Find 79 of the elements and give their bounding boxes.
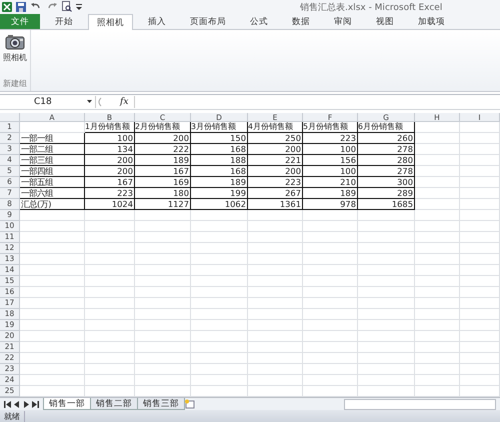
table-cell: 100: [303, 144, 358, 155]
table-cell: 100: [85, 132, 135, 144]
save-icon[interactable]: [16, 2, 26, 12]
table-cell: 189: [191, 176, 248, 188]
table-cell: 189: [135, 154, 191, 166]
ribbon-tab[interactable]: 开始: [46, 14, 82, 30]
table-cell: 100: [303, 166, 358, 177]
table-cell: 一部四组: [20, 166, 85, 177]
table-cell: 156: [303, 154, 358, 166]
dropdown-icon[interactable]: [76, 2, 82, 11]
table-cell: 221: [248, 154, 303, 166]
table-cell: 223: [303, 132, 358, 144]
table-cell: 267: [248, 188, 303, 199]
next-sheet-icon[interactable]: [23, 400, 29, 408]
camera-icon: [5, 34, 25, 50]
table-cell: 一部一组: [20, 132, 85, 144]
excel-icon[interactable]: [2, 2, 12, 12]
table-cell: 250: [248, 132, 303, 144]
table-cell: 289: [358, 188, 415, 199]
table-cell: 189: [303, 188, 358, 199]
table-cell: 280: [358, 154, 415, 166]
camera-button[interactable]: 照相机: [3, 34, 27, 64]
table-cell: 1127: [135, 198, 191, 210]
table-cell: 134: [85, 144, 135, 155]
ribbon-tab[interactable]: 插入: [139, 14, 175, 30]
table-cell: 200: [135, 132, 191, 144]
table-cell: 一部二组: [20, 144, 85, 155]
table-cell: 1361: [248, 198, 303, 210]
previous-sheet-icon[interactable]: [14, 400, 20, 408]
table-cell: 223: [248, 176, 303, 188]
table-cell: 200: [248, 144, 303, 155]
ribbon-tab[interactable]: 视图: [367, 14, 403, 30]
table-cell: 200: [85, 154, 135, 166]
table-cell: 一部三组: [20, 154, 85, 166]
table-cell: 1062: [191, 198, 248, 210]
table-cell: 188: [191, 154, 248, 166]
ribbon-tab[interactable]: 页面布局: [181, 14, 235, 30]
name-box[interactable]: C18: [0, 96, 96, 108]
table-cell: 210: [303, 176, 358, 188]
table-cell: 169: [135, 176, 191, 188]
table-cell: 168: [191, 166, 248, 177]
ribbon-tab[interactable]: 加载项: [409, 14, 454, 30]
ribbon-tab[interactable]: 数据: [283, 14, 319, 30]
table-cell: 200: [85, 166, 135, 177]
first-sheet-icon[interactable]: [4, 400, 11, 408]
table-cell: 278: [358, 166, 415, 177]
new-sheet-icon[interactable]: [184, 399, 196, 410]
file-tab[interactable]: 文件: [0, 14, 40, 30]
print-preview-icon[interactable]: [62, 1, 72, 12]
table-cell: 一部六组: [20, 188, 85, 199]
table-cell: 1024: [85, 198, 135, 210]
table-cell: 278: [358, 144, 415, 155]
sheet-tab[interactable]: 销售三部: [137, 398, 185, 410]
table-cell: 199: [191, 188, 248, 199]
table-cell: 300: [358, 176, 415, 188]
table-cell: 200: [248, 166, 303, 177]
ribbon-tab[interactable]: 照相机: [88, 14, 133, 30]
last-sheet-icon[interactable]: [32, 400, 39, 408]
table-cell: 168: [191, 144, 248, 155]
table-cell: 978: [303, 198, 358, 210]
table-cell: 167: [85, 176, 135, 188]
window-title: 销售汇总表.xlsx - Microsoft Excel: [300, 2, 442, 14]
table-cell: 汇总(万): [20, 198, 85, 210]
sheet-tab[interactable]: 销售一部: [43, 398, 91, 410]
group-label: 新建组: [3, 78, 27, 90]
table-cell: 222: [135, 144, 191, 155]
table-cell: 223: [85, 188, 135, 199]
caret-icon: [87, 100, 92, 104]
ribbon-tab[interactable]: 公式: [241, 14, 277, 30]
ribbon-tab[interactable]: 审阅: [325, 14, 361, 30]
insert-function-button[interactable]: fx: [114, 96, 134, 107]
table-cell: 1685: [358, 198, 415, 210]
sheet-tab[interactable]: 销售二部: [90, 398, 138, 410]
table-cell: 150: [191, 132, 248, 144]
table-cell: 260: [358, 132, 415, 144]
table-cell: 180: [135, 188, 191, 199]
table-cell: 167: [135, 166, 191, 177]
status-text: 就绪: [0, 410, 25, 422]
table-cell: 一部五组: [20, 176, 85, 188]
